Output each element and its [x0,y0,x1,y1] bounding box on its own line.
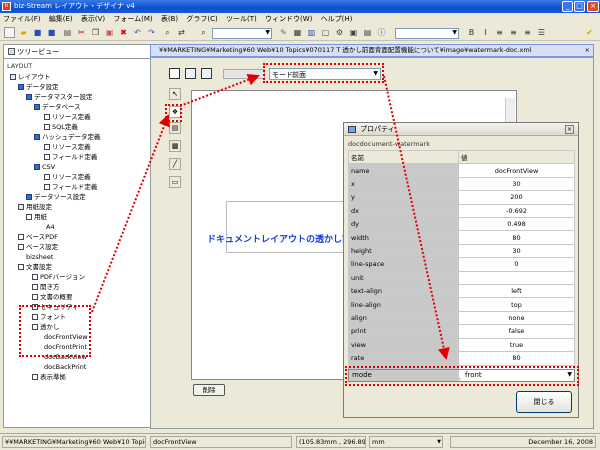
arrow-tool-to-mode [179,73,260,107]
arrow-mode-to-property [383,75,450,360]
annotation-arrows [91,73,450,360]
arrow-tree-to-tool [91,114,170,313]
